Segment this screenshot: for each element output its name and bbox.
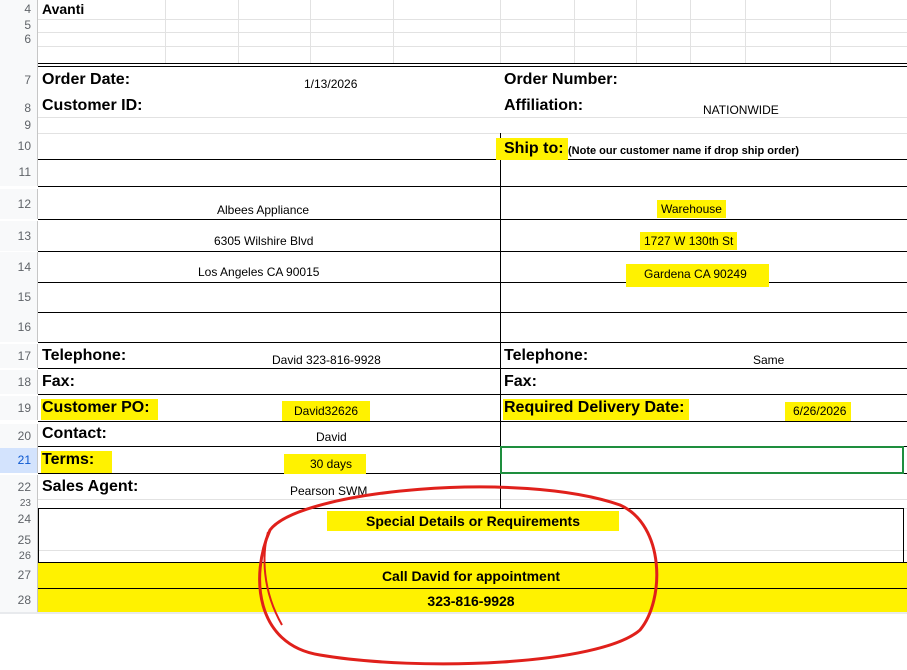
special-details-line1[interactable]: Call David for appointment — [38, 568, 904, 584]
terms-value[interactable]: 30 days — [284, 454, 367, 474]
company-name: Avanti — [42, 1, 85, 17]
below-grid-area — [0, 614, 907, 670]
row-header[interactable]: 4 — [0, 0, 38, 19]
gridline — [38, 133, 907, 134]
row-header[interactable]: 11 — [0, 159, 38, 186]
fax-label: Fax: — [42, 373, 75, 390]
customer-id-label: Customer ID: — [42, 97, 143, 114]
row-header[interactable]: 18 — [0, 370, 38, 394]
row-header[interactable]: 6 — [0, 32, 38, 46]
row-header[interactable]: 15 — [0, 282, 38, 312]
border-line — [38, 219, 907, 220]
border-line — [38, 66, 907, 67]
order-date-label: Order Date: — [42, 71, 131, 88]
border-line — [38, 312, 907, 313]
row-header[interactable]: 17 — [0, 344, 38, 368]
contact-label: Contact: — [42, 425, 107, 442]
gridline — [38, 499, 907, 500]
row-header[interactable]: 13 — [0, 221, 38, 251]
affiliation-value[interactable]: NATIONWIDE — [703, 103, 779, 117]
contact-value[interactable]: David — [316, 430, 347, 444]
border-line — [38, 368, 907, 369]
border-line — [38, 562, 907, 563]
row-header[interactable]: 20 — [0, 424, 38, 448]
border-line — [38, 251, 907, 252]
required-delivery-label: Required Delivery Date: — [503, 399, 689, 420]
ship-to-name[interactable]: Warehouse — [657, 200, 726, 218]
ship-to-note: (Note our customer name if drop ship ord… — [568, 145, 800, 157]
row-header[interactable]: 16 — [0, 312, 38, 342]
row-header[interactable]: 7 — [0, 64, 38, 96]
gridline — [38, 46, 907, 47]
gridline — [38, 117, 907, 118]
row-header[interactable]: 27 — [0, 562, 38, 588]
border-line — [38, 588, 907, 589]
ship-telephone-label: Telephone: — [504, 347, 589, 364]
ship-to-address-line2[interactable]: Gardena CA 90249 — [626, 264, 769, 287]
border-line — [38, 282, 907, 283]
customer-po-value[interactable]: David32626 — [282, 401, 371, 421]
spreadsheet-grid[interactable]: 4 5 6 7 8 9 10 11 12 13 14 15 16 17 18 1… — [0, 0, 907, 614]
row-header[interactable]: 12 — [0, 189, 38, 219]
row-header[interactable]: 25 — [0, 530, 38, 550]
row-header[interactable]: 23 — [0, 499, 38, 508]
row-header-selected[interactable]: 21 — [0, 448, 38, 473]
order-number-label: Order Number: — [504, 71, 618, 88]
border-line — [38, 342, 907, 343]
sales-agent-label: Sales Agent: — [42, 478, 139, 495]
affiliation-label: Affiliation: — [504, 97, 584, 114]
border-line — [38, 508, 904, 509]
row-header[interactable]: 28 — [0, 588, 38, 612]
gridline — [38, 32, 907, 33]
telephone-label: Telephone: — [42, 347, 127, 364]
ship-to-address-line1[interactable]: 1727 W 130th St — [640, 232, 738, 250]
row-header[interactable]: 24 — [0, 508, 38, 530]
ship-fax-label: Fax: — [504, 373, 537, 390]
bill-to-name[interactable]: Albees Appliance — [217, 203, 309, 217]
selected-cell[interactable] — [500, 446, 904, 474]
special-details-line2[interactable]: 323-816-9928 — [38, 593, 904, 609]
border-line — [38, 186, 907, 187]
ship-telephone-value[interactable]: Same — [753, 353, 784, 367]
gridline — [38, 19, 907, 20]
bill-to-address-line1[interactable]: 6305 Wilshire Blvd — [214, 234, 313, 248]
border-line — [38, 421, 907, 422]
terms-label: Terms: — [41, 451, 113, 473]
border-line — [38, 63, 907, 64]
row-header[interactable]: 19 — [0, 396, 38, 420]
bill-to-address-line2[interactable]: Los Angeles CA 90015 — [198, 265, 319, 279]
row-header-spacer — [0, 46, 38, 64]
row-header[interactable]: 14 — [0, 252, 38, 282]
order-date-value[interactable]: 1/13/2026 — [304, 77, 357, 91]
row-header[interactable]: 9 — [0, 117, 38, 133]
row-header[interactable]: 10 — [0, 133, 38, 159]
customer-po-label: Customer PO: — [41, 399, 158, 420]
telephone-value[interactable]: David 323-816-9928 — [272, 353, 381, 367]
row-header[interactable]: 26 — [0, 550, 38, 562]
sales-agent-value[interactable]: Pearson SWM — [290, 484, 367, 498]
border-line — [38, 394, 907, 395]
row-header[interactable]: 5 — [0, 19, 38, 32]
row-header[interactable]: 22 — [0, 475, 38, 499]
ship-to-label: Ship to: — [504, 140, 564, 157]
required-delivery-value[interactable]: 6/26/2026 — [785, 402, 852, 421]
border-line — [38, 159, 907, 160]
special-details-header: Special Details or Requirements — [327, 511, 619, 531]
gridline — [38, 550, 907, 551]
